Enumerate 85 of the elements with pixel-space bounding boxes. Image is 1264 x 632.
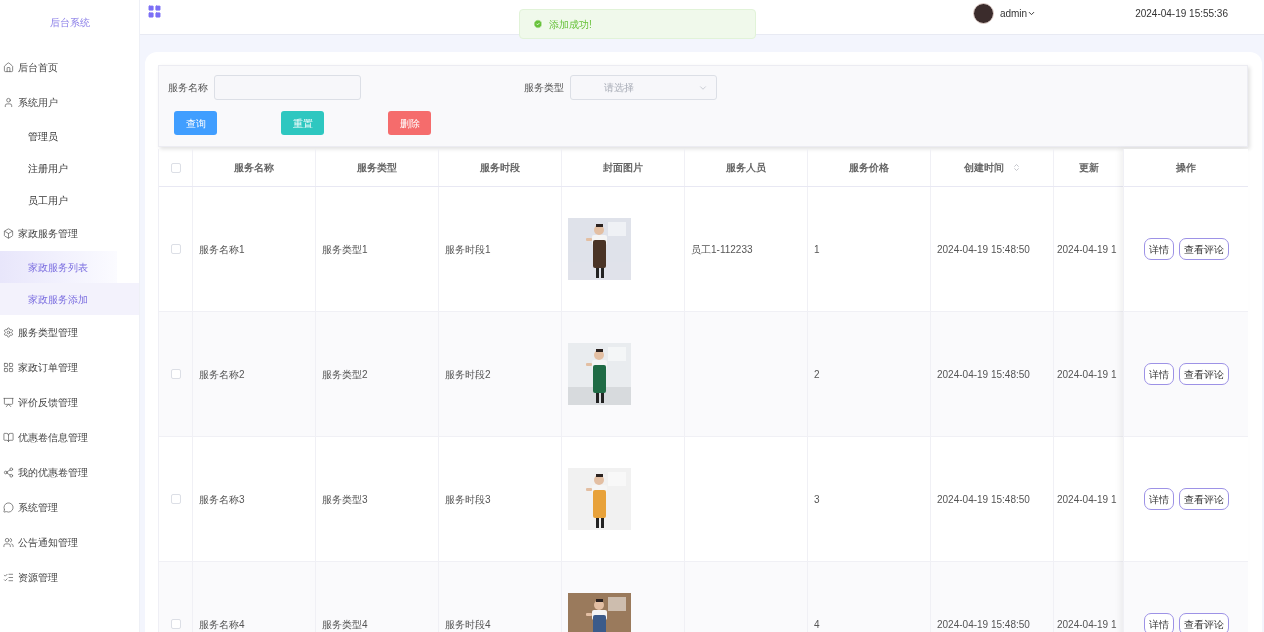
table-cell-text: 服务时段1 xyxy=(445,242,491,257)
table-cell-text: 2024-04-19 1 xyxy=(1057,617,1117,632)
submenu-item[interactable]: 家政服务添加 xyxy=(0,283,139,315)
check-circle-icon xyxy=(533,19,543,29)
column-header: 操作 xyxy=(1176,161,1196,175)
users-icon xyxy=(3,537,14,548)
table-cell-text: 2024-04-19 15:48:50 xyxy=(937,492,1030,507)
row-action-button[interactable]: 查看评论 xyxy=(1178,238,1229,260)
table-cell-text: 3 xyxy=(814,492,820,507)
table-cell-text: 员工1-112233 xyxy=(691,242,753,257)
table-cell-text: 服务名称1 xyxy=(199,242,245,257)
menu-item[interactable]: 服务类型管理 xyxy=(0,315,139,350)
table-cell-text: 1 xyxy=(814,242,820,257)
column-header: 服务人员 xyxy=(726,161,766,175)
menu-item[interactable]: 优惠卷信息管理 xyxy=(0,420,139,455)
row-action-button[interactable]: 详情 xyxy=(1143,363,1174,385)
menu-item[interactable]: 我的优惠卷管理 xyxy=(0,455,139,490)
checkbox[interactable] xyxy=(170,494,181,504)
table-cell-text: 服务类型1 xyxy=(322,242,368,257)
grid-icon[interactable] xyxy=(147,3,162,19)
menu-item[interactable]: 系统管理 xyxy=(0,490,139,525)
input-field[interactable] xyxy=(214,75,361,100)
book-icon xyxy=(3,432,14,443)
success-toast: 添加成功! xyxy=(519,9,756,39)
table-cell-text: 服务名称2 xyxy=(199,367,245,382)
menu-item[interactable]: 家政订单管理 xyxy=(0,350,139,385)
table-cell-text: 2024-04-19 15:48:50 xyxy=(937,367,1030,382)
row-action-button[interactable]: 查看评论 xyxy=(1178,488,1229,510)
menu-item[interactable]: 家政服务管理 xyxy=(0,216,139,251)
checkbox[interactable] xyxy=(170,244,181,254)
table-cell-text: 2024-04-19 1 xyxy=(1057,492,1117,507)
table-cell-text: 2024-04-19 15:48:50 xyxy=(937,617,1030,632)
table-cell-text: 服务名称4 xyxy=(199,617,245,632)
home-icon xyxy=(3,62,14,73)
column-header: 服务时段 xyxy=(480,161,520,175)
menu-item[interactable]: 评价反馈管理 xyxy=(0,385,139,420)
menu-item[interactable]: 公告通知管理 xyxy=(0,525,139,560)
table-cell-text: 服务时段4 xyxy=(445,617,491,632)
user-icon xyxy=(3,97,14,108)
share-icon xyxy=(3,467,14,478)
table-cell-text: 4 xyxy=(814,617,820,632)
user-menu[interactable]: admin xyxy=(999,5,1037,21)
column-header: 更新 xyxy=(1078,161,1099,175)
submenu-item[interactable]: 员工用户 xyxy=(0,184,139,216)
column-header: 创建时间 xyxy=(963,161,1004,175)
column-header: 封面图片 xyxy=(603,161,643,175)
table-cell-text: 2 xyxy=(814,367,820,382)
menu-item[interactable]: 系统用户 xyxy=(0,85,139,120)
table-cell-text: 2024-04-19 15:48:50 xyxy=(937,242,1030,257)
menu-item[interactable]: 后台首页 xyxy=(0,50,139,85)
column-header: 服务类型 xyxy=(357,161,397,175)
row-action-button[interactable]: 详情 xyxy=(1143,613,1174,632)
row-action-button[interactable]: 详情 xyxy=(1143,488,1174,510)
checkbox[interactable] xyxy=(170,619,181,629)
table-cell-text: 2024-04-19 1 xyxy=(1057,242,1117,257)
table-cell-text: 服务类型4 xyxy=(322,617,368,632)
box-icon xyxy=(3,228,14,239)
settings-icon xyxy=(3,327,14,338)
submenu-item[interactable]: 家政服务列表 xyxy=(0,251,117,283)
checkbox[interactable] xyxy=(170,369,181,379)
row-action-button[interactable]: 查看评论 xyxy=(1178,363,1229,385)
avatar[interactable] xyxy=(972,2,994,24)
table-cell-text: 服务时段2 xyxy=(445,367,491,382)
date-time: 2024-04-19 15:55:36 xyxy=(1135,6,1228,21)
board-icon xyxy=(3,397,14,408)
chat-icon xyxy=(3,502,14,513)
table-cell-text: 服务名称3 xyxy=(199,492,245,507)
checkbox[interactable] xyxy=(170,162,181,173)
app-title: 后台系统 xyxy=(49,15,90,30)
row-action-button[interactable]: 详情 xyxy=(1143,238,1174,260)
table-cell-text: 服务时段3 xyxy=(445,492,491,507)
list-icon xyxy=(3,572,14,583)
menu-item[interactable]: 资源管理 xyxy=(0,560,139,595)
field-label: 服务类型 xyxy=(524,81,564,95)
sort-icon[interactable] xyxy=(1011,163,1021,172)
submenu-item[interactable]: 管理员 xyxy=(0,120,139,152)
row-action-button[interactable]: 查看评论 xyxy=(1178,613,1229,632)
table-cell-text: 2024-04-19 1 xyxy=(1057,367,1117,382)
column-header: 服务价格 xyxy=(849,161,889,175)
table-cell-text: 服务类型2 xyxy=(322,367,368,382)
submenu-item[interactable]: 注册用户 xyxy=(0,152,139,184)
table-cell-text: 服务类型3 xyxy=(322,492,368,507)
grid-icon xyxy=(3,362,14,373)
field-label: 服务名称 xyxy=(168,81,208,95)
column-header: 服务名称 xyxy=(234,161,274,175)
